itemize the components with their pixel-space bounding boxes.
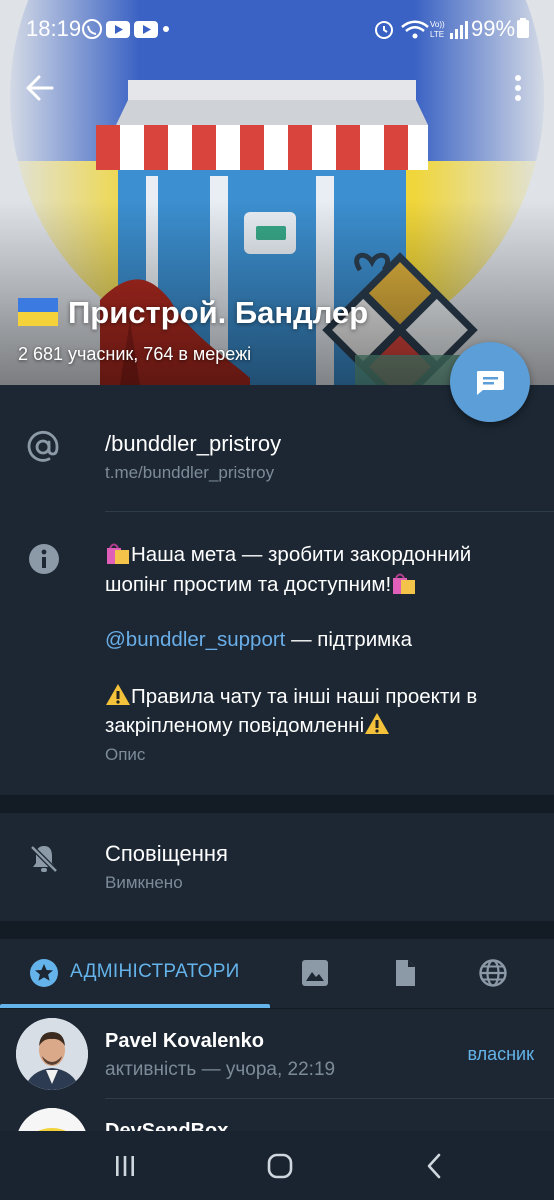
notifications-row[interactable]: Сповіщення Вимкнено [0, 813, 554, 921]
chat-bubble-icon [477, 371, 504, 395]
battery-icon [517, 18, 530, 38]
bell-muted-icon [29, 844, 59, 874]
svg-text:LTE: LTE [430, 30, 444, 39]
group-header: 18:19 Vo)) LTE 99% Пристрой. Бандлер 2 6… [0, 0, 554, 385]
member-role-badge: власник [467, 1044, 534, 1064]
back-arrow-icon[interactable] [24, 72, 56, 104]
svg-text:Vo)): Vo)) [430, 20, 445, 29]
group-title: Пристрой. Бандлер [18, 295, 368, 331]
group-info-section: /bunddler_pristroy t.me/bunddler_pristro… [0, 385, 554, 795]
status-time: 18:19 [26, 16, 82, 41]
image-icon[interactable] [300, 958, 330, 988]
tab-administrators[interactable]: АДМІНІСТРАТОРИ [0, 939, 270, 1008]
avatar [16, 1018, 88, 1090]
battery-level: 99% [471, 16, 530, 42]
group-description: Наша мета — зробити закордонний шопінг п… [105, 540, 535, 741]
ukraine-flag-icon [18, 298, 58, 326]
info-icon [29, 544, 59, 574]
status-bar: 18:19 Vo)) LTE 99% [0, 0, 554, 58]
group-username[interactable]: /bunddler_pristroy [105, 431, 281, 457]
notification-icons [82, 19, 169, 39]
member-name: DevSendBox [105, 1120, 229, 1131]
file-icon[interactable] [390, 958, 420, 988]
message-button[interactable] [450, 342, 530, 422]
notifications-value: Вимкнено [105, 873, 183, 892]
warning-emoji-icon [365, 713, 390, 734]
description-caption: Опис [105, 745, 146, 764]
at-sign-icon [27, 431, 59, 462]
member-count: 2 681 учасник, 764 в мережі [18, 344, 252, 364]
warning-emoji-icon [106, 683, 130, 705]
system-status-icons: Vo)) LTE [375, 20, 468, 39]
home-icon[interactable] [265, 1151, 295, 1181]
back-icon[interactable] [420, 1151, 450, 1181]
shopping-bags-emoji-icon [107, 543, 129, 564]
recent-apps-icon[interactable] [110, 1151, 140, 1181]
list-item[interactable]: DevSendBox [0, 1099, 554, 1131]
system-navigation-bar [0, 1131, 554, 1200]
shared-media-tabs: АДМІНІСТРАТОРИ [0, 939, 554, 1009]
member-name: Pavel Kovalenko [105, 1030, 264, 1052]
group-link[interactable]: t.me/bunddler_pristroy [105, 463, 274, 483]
list-item[interactable]: Pavel Kovalenko активність — учора, 22:1… [0, 1009, 554, 1099]
avatar-photo [16, 1108, 88, 1131]
shopping-bags-emoji-icon [393, 573, 416, 594]
section-separator [0, 921, 554, 939]
tab-administrators-label: АДМІНІСТРАТОРИ [70, 961, 240, 982]
more-options-icon[interactable] [506, 72, 530, 104]
divider [105, 511, 554, 512]
avatar-photo [16, 1018, 88, 1090]
admin-list: Pavel Kovalenko активність — учора, 22:1… [0, 1009, 554, 1131]
star-icon [30, 959, 58, 987]
avatar [16, 1108, 88, 1131]
support-mention-link[interactable]: @bunddler_support [105, 628, 285, 651]
notifications-label: Сповіщення [105, 841, 228, 866]
active-tab-indicator [0, 1004, 270, 1008]
section-separator [0, 795, 554, 813]
globe-icon[interactable] [478, 958, 508, 988]
member-status: активність — учора, 22:19 [105, 1059, 336, 1080]
